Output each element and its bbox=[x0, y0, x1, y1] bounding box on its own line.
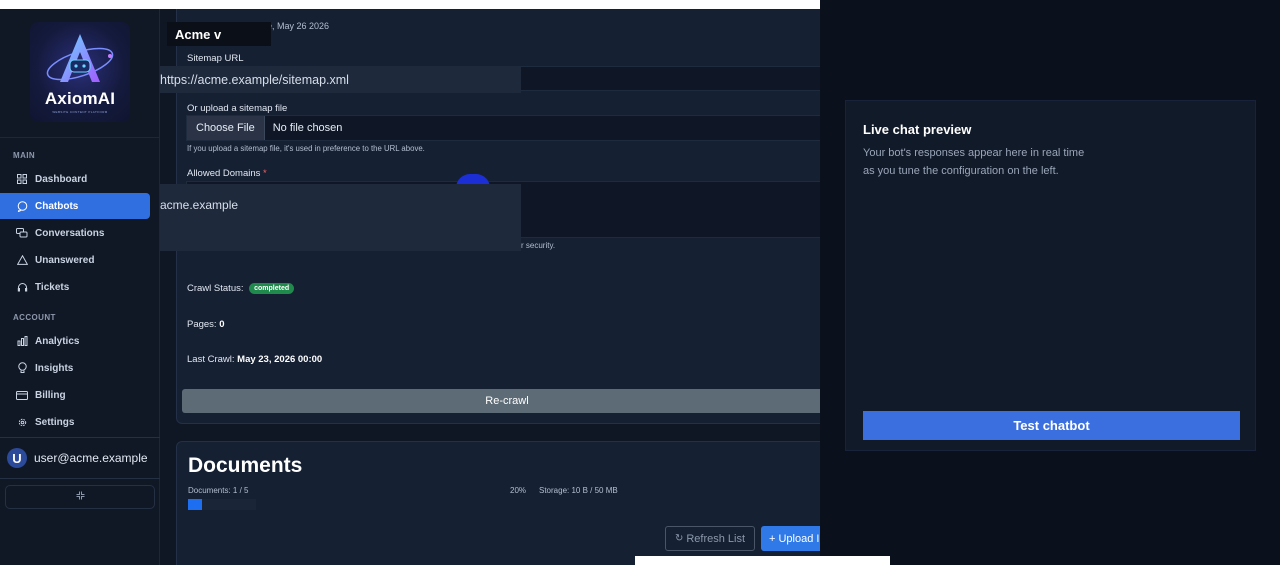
sidebar-item-analytics[interactable]: Analytics bbox=[0, 328, 150, 354]
collapse-sidebar-button[interactable] bbox=[5, 485, 155, 509]
test-chatbot-button[interactable]: Test chatbot bbox=[863, 411, 1240, 440]
sidebar-item-label: Insights bbox=[35, 362, 74, 374]
last-crawl-value: May 23, 2026 00:00 bbox=[237, 354, 323, 365]
headset-icon bbox=[16, 281, 28, 293]
sidebar-item-label: Unanswered bbox=[35, 254, 95, 266]
documents-progress-fill bbox=[188, 499, 202, 510]
last-crawl: Last Crawl: May 23, 2026 00:00 bbox=[187, 354, 322, 365]
preview-title: Live chat preview bbox=[863, 122, 972, 137]
sidebar-item-label: Settings bbox=[35, 416, 75, 428]
top-strip bbox=[0, 0, 820, 9]
sidebar-item-label: Analytics bbox=[35, 335, 80, 347]
warning-icon bbox=[16, 254, 28, 266]
credit-card-icon bbox=[16, 389, 28, 401]
sitemap-url-field[interactable]: https://acme.example/sitemap.xml bbox=[160, 66, 521, 93]
documents-card: Documents Documents: 1 / 5 20% Storage: … bbox=[176, 441, 820, 565]
last-crawl-label: Last Crawl: bbox=[187, 354, 235, 365]
main-content: e, May 26 2026 Acme v Sitemap URL https:… bbox=[160, 9, 820, 565]
live-chat-preview: Live chat preview Your bot's responses a… bbox=[845, 100, 1256, 451]
sitemap-label: Sitemap URL bbox=[187, 53, 244, 64]
sidebar-item-label: Conversations bbox=[35, 227, 105, 239]
recrawl-button[interactable]: Re-crawl bbox=[182, 389, 820, 413]
sidebar-item-label: Chatbots bbox=[35, 200, 79, 212]
collapse-icon bbox=[76, 491, 85, 503]
user-menu[interactable]: U user@acme.example bbox=[0, 437, 160, 479]
sidebar-item-settings[interactable]: Settings bbox=[0, 409, 150, 435]
grid-icon bbox=[16, 173, 28, 185]
sidebar-item-conversations[interactable]: Conversations bbox=[0, 220, 150, 246]
upload-hint: If you upload a sitemap file, it's used … bbox=[187, 144, 425, 153]
choose-file-button[interactable]: Choose File bbox=[187, 116, 265, 140]
documents-title: Documents bbox=[188, 454, 303, 477]
brand-logo[interactable]: AxiomAI WEBSITE CONTENT PLATFORM bbox=[30, 22, 130, 122]
app-window: AxiomAI WEBSITE CONTENT PLATFORM MAIN Da… bbox=[0, 0, 1280, 565]
pages-label: Pages: bbox=[187, 319, 217, 330]
refresh-icon: ↻ bbox=[674, 533, 684, 544]
bottom-strip bbox=[635, 556, 890, 565]
brand-tagline: WEBSITE CONTENT PLATFORM bbox=[52, 110, 108, 114]
sidebar-item-label: Dashboard bbox=[35, 173, 88, 185]
documents-percent: 20% bbox=[510, 486, 527, 495]
pages-value: 0 bbox=[219, 319, 225, 330]
sidebar-item-chatbots[interactable]: Chatbots bbox=[0, 193, 150, 219]
chat-bubble-icon bbox=[16, 200, 28, 212]
sidebar-item-dashboard[interactable]: Dashboard bbox=[0, 166, 150, 192]
documents-progress-bar bbox=[188, 499, 256, 510]
preview-pane: Live chat preview Your bot's responses a… bbox=[820, 0, 1280, 565]
user-email: user@acme.example bbox=[34, 451, 148, 465]
sidebar-section-account: ACCOUNT bbox=[13, 313, 56, 322]
bot-selector[interactable]: Acme v bbox=[167, 22, 271, 46]
crawl-status: Crawl Status: completed bbox=[187, 283, 295, 294]
sidebar-item-label: Billing bbox=[35, 389, 66, 401]
domains-label: Allowed Domains * bbox=[187, 168, 267, 179]
refresh-list-button[interactable]: ↻ Refresh List bbox=[665, 526, 755, 551]
sidebar-item-tickets[interactable]: Tickets bbox=[0, 274, 150, 300]
gear-icon bbox=[16, 416, 28, 428]
sidebar-section-main: MAIN bbox=[13, 151, 36, 160]
allowed-domains-field[interactable]: acme.example bbox=[160, 184, 521, 251]
avatar: U bbox=[7, 448, 27, 468]
upload-button[interactable]: + Upload I bbox=[761, 526, 820, 551]
lightbulb-icon bbox=[16, 362, 28, 374]
preview-desc-line-2: as you tune the configuration on the lef… bbox=[863, 165, 1059, 177]
sidebar-item-unanswered[interactable]: Unanswered bbox=[0, 247, 150, 273]
sidebar-item-billing[interactable]: Billing bbox=[0, 382, 150, 408]
sidebar-divider bbox=[0, 137, 160, 138]
crawl-status-label: Crawl Status: bbox=[187, 283, 244, 294]
domains-label-text: Allowed Domains bbox=[187, 168, 261, 179]
sidebar-item-insights[interactable]: Insights bbox=[0, 355, 150, 381]
required-mark: * bbox=[263, 168, 267, 179]
conversations-icon bbox=[16, 227, 28, 239]
date-text: e, May 26 2026 bbox=[267, 21, 330, 31]
preview-description: Your bot's responses appear here in real… bbox=[863, 144, 1123, 180]
brand-name: AxiomAI bbox=[44, 89, 116, 108]
refresh-label: Refresh List bbox=[686, 532, 746, 545]
sidebar: AxiomAI WEBSITE CONTENT PLATFORM MAIN Da… bbox=[0, 9, 160, 565]
sidebar-item-label: Tickets bbox=[35, 281, 70, 293]
preview-desc-line-1: Your bot's responses appear here in real… bbox=[863, 147, 1085, 159]
pages-count: Pages: 0 bbox=[187, 319, 225, 330]
security-hint: r security. bbox=[521, 241, 556, 250]
file-status: No file chosen bbox=[272, 122, 343, 134]
documents-storage: Storage: 10 B / 50 MB bbox=[539, 486, 618, 495]
sitemap-file-input[interactable]: Choose File No file chosen bbox=[186, 115, 820, 141]
status-badge: completed bbox=[249, 283, 295, 294]
upload-label: Or upload a sitemap file bbox=[187, 103, 288, 114]
bar-chart-icon bbox=[16, 335, 28, 347]
documents-count: Documents: 1 / 5 bbox=[188, 486, 249, 495]
